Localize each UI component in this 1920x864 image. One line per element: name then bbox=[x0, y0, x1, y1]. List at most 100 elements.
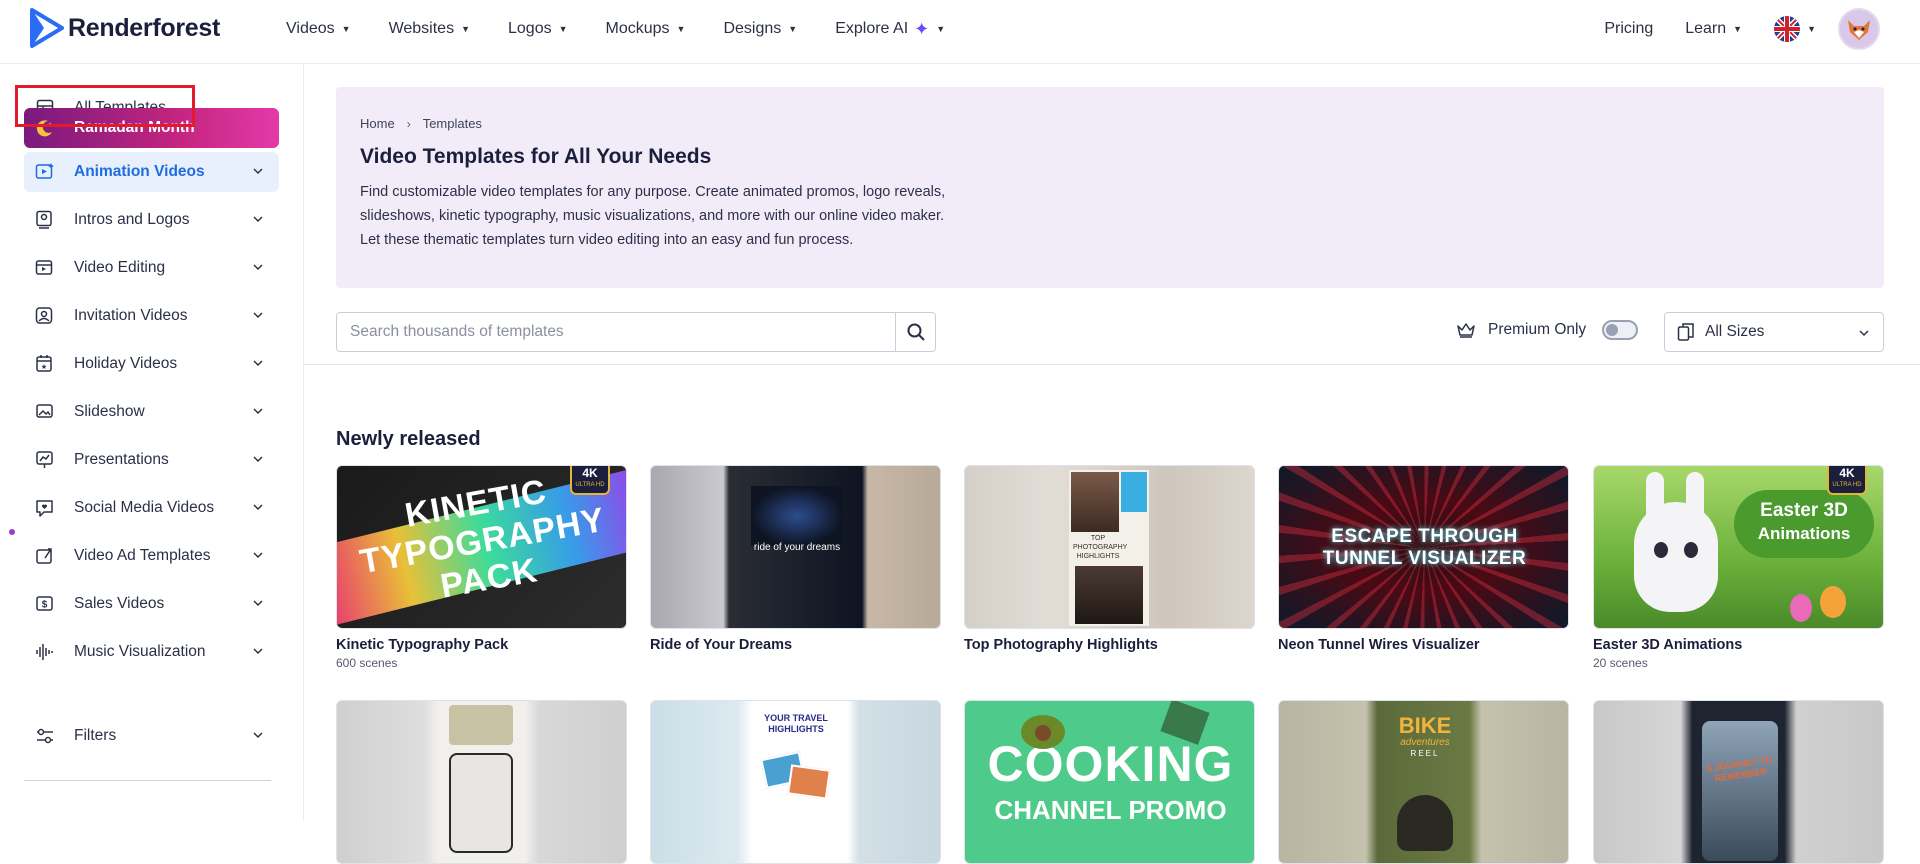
caret-down-icon: ▼ bbox=[676, 24, 686, 34]
template-thumbnail[interactable]: ESCAPE THROUGH TUNNEL VISUALIZER bbox=[1278, 465, 1569, 629]
template-card[interactable]: BIKE adventures REEL bbox=[1278, 700, 1569, 864]
caret-down-icon: ▼ bbox=[558, 24, 568, 34]
svg-text:$: $ bbox=[42, 600, 48, 611]
template-thumbnail[interactable]: YOUR TRAVEL HIGHLIGHTS bbox=[650, 700, 941, 864]
sidebar-item-music-visualization[interactable]: Music Visualization bbox=[24, 632, 279, 672]
thumbnail-art-text: COOKING bbox=[987, 736, 1234, 792]
4k-badge: 4K ULTRA HD bbox=[1827, 466, 1867, 495]
thumbnail-art-text: TUNNEL VISUALIZER bbox=[1322, 548, 1527, 569]
social-media-icon bbox=[34, 497, 56, 519]
fox-avatar-icon bbox=[1848, 20, 1870, 40]
new-indicator-dot bbox=[9, 529, 15, 535]
badge-subtext: ULTRA HD bbox=[575, 482, 605, 488]
sizes-label: All Sizes bbox=[1705, 323, 1765, 340]
template-thumbnail[interactable]: TOP PHOTOGRAPHY HIGHLIGHTS bbox=[964, 465, 1255, 629]
template-thumbnail[interactable] bbox=[336, 700, 627, 864]
nav-label: Websites bbox=[388, 20, 455, 37]
nav-designs[interactable]: Designs ▼ bbox=[723, 20, 797, 38]
template-card[interactable] bbox=[336, 700, 627, 864]
nav-learn[interactable]: Learn ▼ bbox=[1685, 20, 1742, 38]
nav-websites[interactable]: Websites ▼ bbox=[389, 20, 470, 38]
card-title[interactable]: Neon Tunnel Wires Visualizer bbox=[1278, 637, 1569, 653]
template-thumbnail[interactable]: BIKE adventures REEL bbox=[1278, 700, 1569, 864]
sparkle-icon: ✦ bbox=[914, 18, 930, 39]
template-thumbnail[interactable]: KINETIC TYPOGRAPHY PACK 4K ULTRA HD bbox=[336, 465, 627, 629]
search-icon bbox=[907, 323, 925, 341]
premium-toggle[interactable] bbox=[1602, 320, 1639, 340]
selection-highlight bbox=[15, 85, 195, 127]
page-description: Find customizable video templates for an… bbox=[360, 180, 1040, 252]
nav-label: Mockups bbox=[605, 20, 670, 37]
language-selector[interactable]: ▼ bbox=[1774, 16, 1816, 42]
search-input[interactable] bbox=[337, 313, 895, 351]
premium-label: Premium Only bbox=[1488, 321, 1587, 338]
thumbnail-art-text: adventures bbox=[1400, 737, 1450, 748]
svg-text:★: ★ bbox=[41, 363, 47, 371]
template-thumbnail[interactable]: Easter 3D Animations 4K ULTRA HD bbox=[1593, 465, 1884, 629]
sidebar-item-label: Presentations bbox=[74, 451, 169, 468]
chevron-down-icon bbox=[253, 552, 263, 559]
breadcrumb-home[interactable]: Home bbox=[360, 116, 395, 131]
thumbnail-art-text: Easter 3D bbox=[1760, 500, 1848, 521]
chevron-down-icon bbox=[253, 264, 263, 271]
chevron-down-icon bbox=[253, 600, 263, 607]
template-thumbnail[interactable]: ride of your dreams bbox=[650, 465, 941, 629]
template-thumbnail[interactable]: COOKING CHANNEL PROMO bbox=[964, 700, 1255, 864]
sidebar-item-holiday-videos[interactable]: ★ Holiday Videos bbox=[24, 344, 279, 384]
card-title[interactable]: Kinetic Typography Pack bbox=[336, 637, 627, 653]
nav-mockups[interactable]: Mockups ▼ bbox=[606, 20, 686, 38]
sidebar-item-intros-and-logos[interactable]: Intros and Logos bbox=[24, 200, 279, 240]
search-button[interactable] bbox=[895, 313, 935, 351]
page-title: Video Templates for All Your Needs bbox=[360, 145, 712, 168]
sidebar-item-label: Video Ad Templates bbox=[74, 547, 211, 564]
card-title[interactable]: Top Photography Highlights bbox=[964, 637, 1255, 653]
category-sidebar: All Templates Ramadan Month Animation Vi… bbox=[0, 64, 304, 820]
sidebar-item-sales-videos[interactable]: $ Sales Videos bbox=[24, 584, 279, 624]
nav-logos[interactable]: Logos ▼ bbox=[508, 20, 568, 38]
nav-pricing[interactable]: Pricing bbox=[1604, 20, 1653, 38]
content-divider bbox=[304, 364, 1920, 365]
sidebar-item-presentations[interactable]: Presentations bbox=[24, 440, 279, 480]
thumbnail-art-text: CHANNEL PROMO bbox=[994, 795, 1227, 825]
template-card[interactable]: YOUR TRAVEL HIGHLIGHTS bbox=[650, 700, 941, 864]
template-card[interactable]: A JOURNEY TO REMEMBER bbox=[1593, 700, 1884, 864]
thumbnail-art-text: TOP PHOTOGRAPHY HIGHLIGHTS bbox=[1073, 535, 1128, 560]
template-card[interactable]: ride of your dreams Ride of Your Dreams bbox=[650, 465, 941, 653]
sidebar-item-invitation-videos[interactable]: Invitation Videos bbox=[24, 296, 279, 336]
main-content: Home › Templates Video Templates for All… bbox=[304, 64, 1920, 864]
renderforest-logo[interactable]: Renderforest bbox=[30, 8, 220, 48]
card-title[interactable]: Ride of Your Dreams bbox=[650, 637, 941, 653]
card-subtitle: 20 scenes bbox=[1593, 656, 1648, 670]
brand-name: Renderforest bbox=[68, 13, 220, 42]
sidebar-item-video-editing[interactable]: Video Editing bbox=[24, 248, 279, 288]
presentation-icon bbox=[34, 449, 56, 471]
sidebar-item-social-media-videos[interactable]: Social Media Videos bbox=[24, 488, 279, 528]
ad-icon bbox=[34, 545, 56, 567]
breadcrumb-templates[interactable]: Templates bbox=[423, 116, 482, 131]
nav-explore-ai[interactable]: Explore AI ✦ ▼ bbox=[835, 19, 945, 40]
chevron-down-icon bbox=[253, 312, 263, 319]
nav-videos[interactable]: Videos ▼ bbox=[286, 20, 351, 38]
sidebar-item-animation-videos[interactable]: Animation Videos bbox=[24, 152, 279, 192]
video-edit-icon bbox=[34, 257, 56, 279]
sidebar-filters[interactable]: Filters bbox=[24, 716, 279, 756]
template-card[interactable]: COOKING CHANNEL PROMO bbox=[964, 700, 1255, 864]
template-card[interactable]: KINETIC TYPOGRAPHY PACK 4K ULTRA HD Kinet… bbox=[336, 465, 627, 670]
nav-label: Explore AI bbox=[835, 20, 909, 37]
template-thumbnail[interactable]: A JOURNEY TO REMEMBER bbox=[1593, 700, 1884, 864]
template-card[interactable]: TOP PHOTOGRAPHY HIGHLIGHTS Top Photograp… bbox=[964, 465, 1255, 653]
card-subtitle: 600 scenes bbox=[336, 656, 398, 670]
card-title[interactable]: Easter 3D Animations bbox=[1593, 637, 1884, 653]
user-avatar[interactable] bbox=[1838, 8, 1880, 50]
chevron-down-icon bbox=[253, 648, 263, 655]
template-card[interactable]: Easter 3D Animations 4K ULTRA HD Easter 3… bbox=[1593, 465, 1884, 670]
sidebar-item-video-ad-templates[interactable]: Video Ad Templates bbox=[24, 536, 279, 576]
breadcrumb: Home › Templates bbox=[360, 116, 482, 131]
template-card[interactable]: ESCAPE THROUGH TUNNEL VISUALIZER Neon Tu… bbox=[1278, 465, 1569, 653]
calendar-star-icon: ★ bbox=[34, 353, 56, 375]
thumbnail-art-text: REEL bbox=[1410, 749, 1440, 758]
sidebar-item-slideshow[interactable]: Slideshow bbox=[24, 392, 279, 432]
sizes-icon bbox=[1677, 323, 1694, 341]
filters-icon bbox=[34, 725, 56, 747]
sizes-dropdown[interactable]: All Sizes bbox=[1664, 312, 1884, 352]
